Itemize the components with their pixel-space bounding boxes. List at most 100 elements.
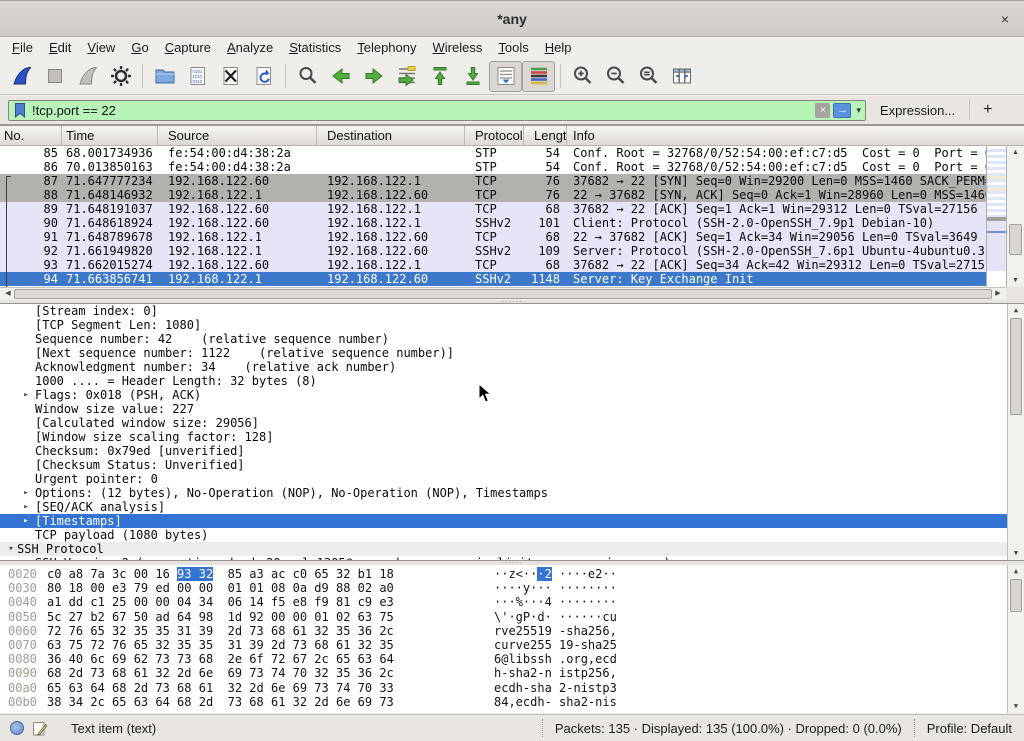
detail-line[interactable]: [Checksum Status: Unverified] — [0, 458, 1024, 472]
expander-icon[interactable]: ▸ — [20, 388, 32, 402]
go-forward-button[interactable] — [357, 61, 390, 92]
filter-dropdown-icon[interactable]: ▾ — [856, 105, 861, 116]
hex-row[interactable]: 003080 18 00 e3 79 ed 00 00 01 01 08 0a … — [0, 581, 1024, 595]
expander-icon[interactable]: ▸ — [20, 486, 32, 500]
menu-analyze[interactable]: Analyze — [219, 38, 281, 57]
expander-icon[interactable]: ▸ — [20, 514, 32, 528]
column-header-no[interactable]: No. — [0, 126, 62, 145]
hex-row[interactable]: 007063 75 72 76 65 32 35 35 31 39 2d 73 … — [0, 638, 1024, 652]
hex-row[interactable]: 0040a1 dd c1 25 00 00 04 34 06 14 f5 e8 … — [0, 595, 1024, 609]
vscroll-thumb[interactable] — [1010, 318, 1022, 415]
menu-edit[interactable]: Edit — [41, 38, 79, 57]
packet-row[interactable]: 8971.648191037192.168.122.60192.168.122.… — [0, 202, 1006, 216]
detail-line[interactable]: Urgent pointer: 0 — [0, 472, 1024, 486]
scroll-down-icon[interactable]: ▼ — [1008, 700, 1024, 713]
profile-status[interactable]: Profile: Default — [914, 719, 1024, 737]
resize-columns-button[interactable] — [665, 61, 698, 92]
menu-statistics[interactable]: Statistics — [281, 38, 349, 57]
zoom-out-button[interactable] — [599, 61, 632, 92]
hex-vscrollbar[interactable]: ▲ ▼ — [1007, 565, 1024, 713]
packet-row[interactable]: 8871.648146932192.168.122.1192.168.122.6… — [0, 188, 1006, 202]
hex-row[interactable]: 0020c0 a8 7a 3c 00 16 93 32 85 a3 ac c0 … — [0, 567, 1024, 581]
detail-line[interactable]: ▸Options: (12 bytes), No-Operation (NOP)… — [0, 486, 1024, 500]
column-header-time[interactable]: Time — [62, 126, 158, 145]
details-vscrollbar[interactable]: ▲ ▼ — [1007, 304, 1024, 560]
vscroll-thumb[interactable] — [1009, 224, 1022, 255]
detail-line[interactable]: Sequence number: 42 (relative sequence n… — [0, 332, 1024, 346]
find-packet-button[interactable] — [291, 61, 324, 92]
go-to-packet-button[interactable] — [390, 61, 423, 92]
menu-wireless[interactable]: Wireless — [425, 38, 491, 57]
scroll-up-icon[interactable]: ▲ — [1008, 565, 1024, 578]
close-file-button[interactable] — [214, 61, 247, 92]
packet-row[interactable]: 9371.662015274192.168.122.60192.168.122.… — [0, 258, 1006, 272]
menu-help[interactable]: Help — [537, 38, 580, 57]
expander-icon[interactable]: ▾ — [5, 542, 17, 556]
detail-line[interactable]: [Window size scaling factor: 128] — [0, 430, 1024, 444]
detail-line[interactable]: [Stream index: 0] — [0, 304, 1024, 318]
colorize-button[interactable] — [522, 61, 555, 92]
hex-row[interactable]: 00b038 34 2c 65 63 64 68 2d 73 68 61 32 … — [0, 695, 1024, 709]
packet-row[interactable]: 8670.013850163fe:54:00:d4:38:2aSTP54Conf… — [0, 160, 1006, 174]
detail-line[interactable]: ▸Flags: 0x018 (PSH, ACK) — [0, 388, 1024, 402]
detail-line-selected[interactable]: ▸[Timestamps] — [0, 514, 1024, 528]
scroll-minimap[interactable] — [986, 146, 1006, 287]
packet-row[interactable]: 9271.661949820192.168.122.1192.168.122.6… — [0, 244, 1006, 258]
save-file-button[interactable]: 010111100110 — [181, 61, 214, 92]
scroll-up-icon[interactable]: ▲ — [1007, 146, 1024, 159]
hscroll-thumb[interactable] — [14, 289, 992, 299]
scroll-down-icon[interactable]: ▼ — [1008, 547, 1024, 560]
detail-line[interactable]: Acknowledgment number: 34 (relative ack … — [0, 360, 1024, 374]
zoom-in-button[interactable] — [566, 61, 599, 92]
stop-capture-button[interactable] — [38, 61, 71, 92]
clear-filter-icon[interactable]: × — [815, 103, 830, 118]
hex-row[interactable]: 006072 76 65 32 35 35 31 39 2d 73 68 61 … — [0, 624, 1024, 638]
detail-line[interactable]: Checksum: 0x79ed [unverified] — [0, 444, 1024, 458]
filter-value[interactable]: !tcp.port == 22 — [32, 103, 815, 118]
start-capture-button[interactable] — [5, 61, 38, 92]
menu-tools[interactable]: Tools — [490, 38, 536, 57]
detail-line[interactable]: ▸[SEQ/ACK analysis] — [0, 500, 1024, 514]
menu-file[interactable]: File — [4, 38, 41, 57]
go-last-button[interactable] — [456, 61, 489, 92]
bookmark-icon[interactable] — [13, 102, 27, 119]
capture-options-button[interactable] — [104, 61, 137, 92]
detail-line[interactable]: [TCP Segment Len: 1080] — [0, 318, 1024, 332]
scroll-left-icon[interactable]: ◀ — [2, 288, 14, 300]
reload-file-button[interactable] — [247, 61, 280, 92]
menu-view[interactable]: View — [79, 38, 123, 57]
column-header-protocol[interactable]: Protocol — [465, 126, 524, 145]
scroll-right-icon[interactable]: ▶ — [992, 288, 1004, 300]
scroll-up-icon[interactable]: ▲ — [1008, 304, 1024, 317]
menu-telephony[interactable]: Telephony — [349, 38, 424, 57]
column-header-source[interactable]: Source — [158, 126, 317, 145]
hex-row[interactable]: 008036 40 6c 69 62 73 73 68 2e 6f 72 67 … — [0, 652, 1024, 666]
apply-filter-icon[interactable]: → — [833, 103, 851, 118]
packet-row[interactable]: 8771.647777234192.168.122.60192.168.122.… — [0, 174, 1006, 188]
restart-capture-button[interactable] — [71, 61, 104, 92]
vscroll-thumb[interactable] — [1010, 579, 1022, 612]
packet-row[interactable]: 9171.648789678192.168.122.1192.168.122.6… — [0, 230, 1006, 244]
menu-go[interactable]: Go — [123, 38, 156, 57]
go-back-button[interactable] — [324, 61, 357, 92]
hex-row[interactable]: 00505c 27 b2 67 50 ad 64 98 1d 92 00 00 … — [0, 610, 1024, 624]
packet-list-vscrollbar[interactable]: ▲ ▼ — [1006, 146, 1024, 287]
column-header-length[interactable]: Length — [524, 126, 567, 145]
scroll-down-icon[interactable]: ▼ — [1007, 274, 1024, 287]
expression-button[interactable]: Expression... — [880, 103, 955, 118]
detail-line[interactable]: Window size value: 227 — [0, 402, 1024, 416]
add-filter-button[interactable]: + — [983, 101, 992, 119]
display-filter-input[interactable]: !tcp.port == 22 × → ▾ — [8, 100, 866, 121]
expander-icon[interactable]: ▸ — [20, 500, 32, 514]
column-header-destination[interactable]: Destination — [317, 126, 465, 145]
capture-comment-icon[interactable] — [32, 720, 47, 737]
packet-row[interactable]: 9071.648618924192.168.122.60192.168.122.… — [0, 216, 1006, 230]
expert-info-icon[interactable] — [10, 721, 24, 735]
go-first-button[interactable] — [423, 61, 456, 92]
close-icon[interactable]: × — [996, 10, 1014, 28]
hex-row[interactable]: 00a065 63 64 68 2d 73 68 61 32 2d 6e 69 … — [0, 681, 1024, 695]
packet-row-selected[interactable]: 9471.663856741192.168.122.1192.168.122.6… — [0, 272, 1006, 286]
detail-line[interactable]: [Next sequence number: 1122 (relative se… — [0, 346, 1024, 360]
auto-scroll-button[interactable] — [489, 61, 522, 92]
open-file-button[interactable] — [148, 61, 181, 92]
